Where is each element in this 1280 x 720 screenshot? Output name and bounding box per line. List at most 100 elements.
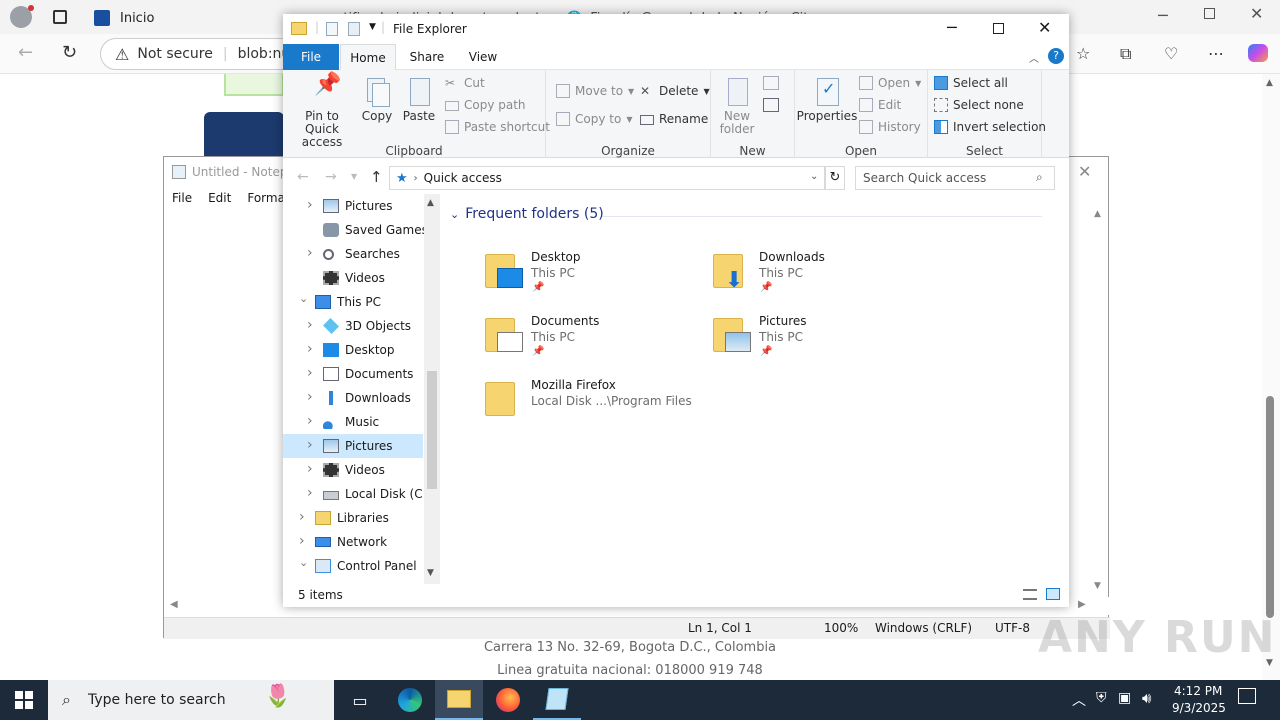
- refresh-icon[interactable]: ↻: [62, 42, 77, 63]
- copy-button[interactable]: Copy: [359, 76, 395, 123]
- explorer-maximize-button[interactable]: [993, 23, 1004, 34]
- chevron-right-icon[interactable]: ›: [307, 197, 313, 213]
- edit-button[interactable]: Edit: [859, 98, 901, 112]
- clock-time[interactable]: 4:12 PM: [1174, 684, 1222, 698]
- qat-dropdown-icon[interactable]: ▼: [369, 22, 376, 32]
- tray-overflow-icon[interactable]: ︿: [1072, 690, 1086, 710]
- chevron-right-icon[interactable]: ›: [307, 461, 313, 477]
- tab-inicio[interactable]: Inicio: [86, 4, 286, 32]
- new-folder-button[interactable]: New folder: [715, 76, 759, 136]
- nav-item[interactable]: › Documents: [283, 362, 423, 386]
- folder-tile[interactable]: Desktop This PC 📌: [485, 250, 705, 302]
- copy-to-button[interactable]: Copy to ▼: [556, 112, 632, 126]
- nav-item[interactable]: › Libraries: [283, 506, 423, 530]
- nav-item[interactable]: › 3D Objects: [283, 314, 423, 338]
- nav-item[interactable]: ⌄ This PC: [283, 290, 423, 314]
- search-quick-access-input[interactable]: Search Quick access ⌕: [855, 166, 1055, 190]
- explorer-minimize-button[interactable]: ─: [947, 18, 957, 37]
- copilot-icon[interactable]: [1248, 44, 1268, 62]
- clock-date[interactable]: 9/3/2025: [1172, 701, 1226, 715]
- nav-item[interactable]: › Music: [283, 410, 423, 434]
- notepad-vscroll-down[interactable]: ▼: [1094, 581, 1101, 591]
- nav-item[interactable]: ›Videos: [283, 266, 423, 290]
- chevron-right-icon[interactable]: ›: [307, 317, 313, 333]
- nav-item[interactable]: › Local Disk (C:): [283, 482, 431, 506]
- nav-item[interactable]: › Pictures: [283, 194, 423, 218]
- ribbon-tab-home[interactable]: Home: [340, 44, 396, 71]
- new-folder-qat-icon[interactable]: [348, 22, 360, 36]
- minimize-browser-button[interactable]: ─: [1158, 6, 1168, 25]
- chevron-right-icon[interactable]: ›: [307, 437, 313, 453]
- restore-browser-button[interactable]: [1204, 8, 1215, 19]
- chevron-right-icon[interactable]: ›: [307, 341, 313, 357]
- network-tray-icon[interactable]: ▣: [1118, 690, 1131, 706]
- paste-button[interactable]: Paste: [401, 76, 437, 123]
- paste-shortcut-button[interactable]: Paste shortcut: [445, 120, 550, 134]
- history-button[interactable]: History: [859, 120, 921, 134]
- move-to-button[interactable]: Move to ▼: [556, 84, 634, 98]
- nav-item[interactable]: ›Videos: [283, 458, 423, 482]
- close-browser-button[interactable]: ✕: [1250, 4, 1263, 23]
- volume-tray-icon[interactable]: 🔊︎: [1142, 689, 1151, 707]
- chevron-down-icon[interactable]: ⌄: [299, 292, 308, 305]
- up-arrow-icon[interactable]: ↑: [370, 168, 383, 186]
- nav-item[interactable]: › Network: [283, 530, 423, 554]
- chevron-right-icon[interactable]: ›: [307, 245, 313, 261]
- pin-quick-access-button[interactable]: 📌 Pin to Quick access: [289, 74, 355, 149]
- content-pane[interactable]: ⌄ Frequent folders (5) Desktop This PC 📌 ⬇ D…: [440, 194, 1069, 584]
- defender-tray-icon[interactable]: ⛨: [1096, 690, 1107, 706]
- start-button[interactable]: [0, 680, 48, 720]
- file-explorer-window[interactable]: | ▼ | File Explorer ─ ✕ File Home Share …: [283, 14, 1069, 607]
- folder-tile[interactable]: Pictures This PC 📌: [713, 314, 933, 366]
- frequent-folders-header[interactable]: ⌄ Frequent folders (5): [450, 206, 604, 222]
- copy-path-button[interactable]: Copy path: [445, 98, 526, 112]
- delete-button[interactable]: ✕ Delete ▼: [640, 84, 710, 98]
- notifications-icon[interactable]: [1238, 688, 1256, 704]
- address-bar[interactable]: ⚠ Not secure | blob:nu: [100, 38, 300, 70]
- recent-locations-icon[interactable]: ▼: [351, 172, 357, 181]
- ribbon-tab-view[interactable]: View: [455, 44, 511, 70]
- ribbon-tab-share[interactable]: Share: [399, 44, 455, 70]
- ribbon-tab-file[interactable]: File: [283, 44, 339, 70]
- firefox-taskbar-button[interactable]: [484, 680, 532, 720]
- chevron-right-icon[interactable]: ›: [307, 413, 313, 429]
- refresh-address-icon[interactable]: ↻: [825, 166, 845, 190]
- details-view-icon[interactable]: [1023, 589, 1037, 600]
- notepad-vscroll-up[interactable]: ▲: [1094, 209, 1101, 219]
- scroll-right-icon[interactable]: ▶: [1078, 599, 1086, 610]
- chevron-right-icon[interactable]: ›: [299, 533, 305, 549]
- properties-qat-icon[interactable]: [326, 22, 338, 36]
- back-icon[interactable]: ←: [18, 42, 33, 63]
- taskbar-search-box[interactable]: ⌕ Type here to search 🌷: [48, 680, 334, 720]
- properties-button[interactable]: ✓ Properties: [797, 76, 857, 123]
- rename-button[interactable]: Rename: [640, 112, 708, 126]
- nav-item[interactable]: › Desktop: [283, 338, 423, 362]
- scroll-up-icon[interactable]: ▲: [1266, 78, 1273, 88]
- open-button[interactable]: Open ▼: [859, 76, 921, 90]
- large-icons-view-icon[interactable]: [1046, 588, 1060, 600]
- notepad-menu-file[interactable]: File: [172, 191, 192, 205]
- chevron-down-icon[interactable]: ⌄: [299, 556, 308, 569]
- invert-selection-button[interactable]: Invert selection: [934, 120, 1046, 134]
- chevron-right-icon[interactable]: ›: [307, 389, 313, 405]
- notepad-close-icon[interactable]: ✕: [1078, 162, 1091, 181]
- address-path[interactable]: ★ › Quick access ⌄: [389, 166, 825, 190]
- collapse-ribbon-icon[interactable]: ︿: [1029, 50, 1039, 65]
- notepad-taskbar-button[interactable]: [533, 680, 581, 720]
- nav-item[interactable]: › Searches: [283, 242, 423, 266]
- select-all-button[interactable]: Select all: [934, 76, 1008, 90]
- nav-item[interactable]: › Pictures: [283, 434, 423, 458]
- select-none-button[interactable]: Select none: [934, 98, 1024, 112]
- back-arrow-icon[interactable]: ←: [297, 169, 309, 185]
- help-icon[interactable]: ?: [1048, 48, 1064, 64]
- task-view-button[interactable]: ▭: [336, 680, 384, 720]
- nav-item[interactable]: ›Saved Games: [283, 218, 428, 242]
- scroll-thumb[interactable]: [1266, 396, 1274, 618]
- notepad-menu-edit[interactable]: Edit: [208, 191, 231, 205]
- page-scrollbar[interactable]: ▲ ▼: [1262, 74, 1280, 680]
- nav-scroll-down-icon[interactable]: ▼: [427, 568, 434, 578]
- tab-actions-icon[interactable]: [53, 10, 67, 24]
- folder-tile[interactable]: Mozilla Firefox Local Disk ...\Program Fi…: [485, 378, 705, 430]
- address-dropdown-icon[interactable]: ⌄: [810, 171, 818, 182]
- easy-access-icon[interactable]: [763, 98, 779, 112]
